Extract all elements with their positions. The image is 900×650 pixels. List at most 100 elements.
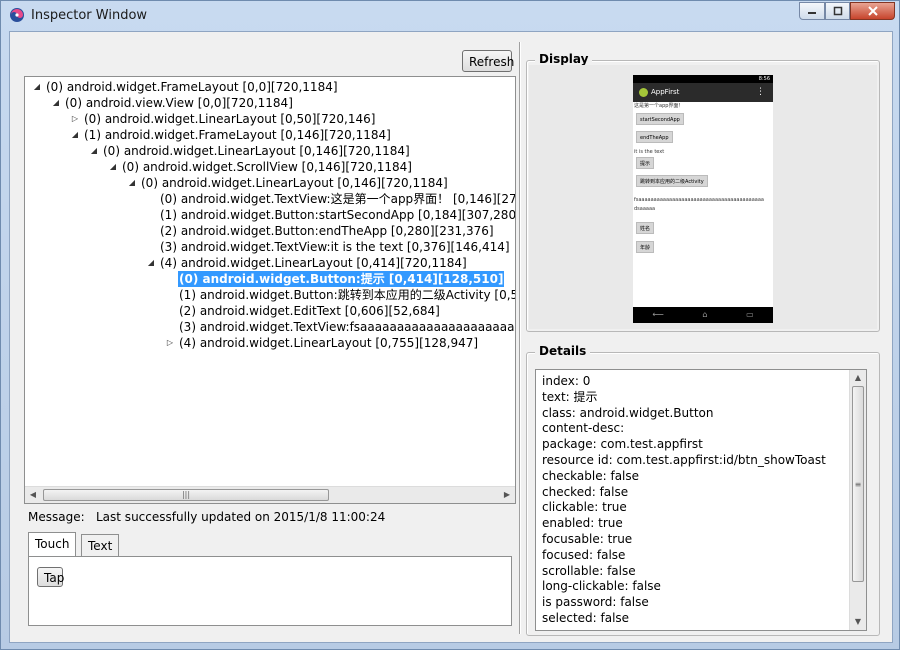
tree-node-label[interactable]: (0) android.widget.LinearLayout [0,146][… xyxy=(140,175,449,191)
display-canvas[interactable]: 8:56 AppFirst ⋮ 这是第一个app界面！ startSecondAp… xyxy=(529,65,877,329)
client-area: Refresh ◢ (0) android.widget.FrameLayout … xyxy=(9,31,893,643)
detail-line: content-desc: xyxy=(542,421,625,436)
phone-button: 提示 xyxy=(636,157,655,169)
phone-text: 这是第一个app界面！ xyxy=(634,103,684,109)
phone-button: startSecondApp xyxy=(636,113,684,125)
phone-text: fsaaaaaaaaaaaaaaaaaaaaaaaaaaaaaaaaaaaaaa… xyxy=(634,197,764,203)
tree-node-label[interactable]: (2) android.widget.EditText [0,606][52,6… xyxy=(178,303,441,319)
device-screenshot[interactable]: 8:56 AppFirst ⋮ 这是第一个app界面！ startSecondAp… xyxy=(633,75,773,323)
tree-row[interactable]: (3) android.widget.TextView:fsaaaaaaaaaa… xyxy=(25,319,515,335)
tree-node-label[interactable]: (0) android.widget.FrameLayout [0,0][720… xyxy=(45,79,339,95)
detail-line: text: 提示 xyxy=(542,389,598,404)
phone-nav-bar: ⟵ ⌂ ▭ xyxy=(633,307,773,323)
scroll-up-arrow-icon[interactable]: ▲ xyxy=(850,370,866,386)
tree-row[interactable]: ▷ (0) android.widget.LinearLayout [0,50][… xyxy=(25,111,515,127)
detail-line: index: 0 xyxy=(542,374,591,388)
scroll-right-arrow-icon[interactable]: ▶ xyxy=(499,487,515,503)
scroll-left-arrow-icon[interactable]: ◀ xyxy=(25,487,41,503)
title-bar[interactable]: Inspector Window xyxy=(1,1,900,31)
detail-line: checked: false xyxy=(542,484,629,499)
minimize-button[interactable] xyxy=(799,2,825,20)
tree-row[interactable]: ▷ (4) android.widget.LinearLayout [0,755]… xyxy=(25,335,515,351)
tree-node-label[interactable]: (0) android.widget.LinearLayout [0,50][7… xyxy=(83,111,376,127)
tree-row[interactable]: ◢ (0) android.view.View [0,0][720,1184] xyxy=(25,95,515,111)
display-group: Display 8:56 AppFirst ⋮ 这是第一个app界面！ start… xyxy=(526,52,880,332)
expanded-arrow-icon[interactable]: ◢ xyxy=(109,163,117,171)
expanded-arrow-icon[interactable]: ◢ xyxy=(52,99,60,107)
tab-text[interactable]: Text xyxy=(81,534,120,556)
tree-node-label[interactable]: (2) android.widget.Button:endTheApp [0,2… xyxy=(159,223,495,239)
tree-row[interactable]: ◢ (0) android.widget.LinearLayout [0,146]… xyxy=(25,143,515,159)
tree-node-label[interactable]: (0) android.widget.LinearLayout [0,146][… xyxy=(102,143,411,159)
details-title: Details xyxy=(535,344,591,358)
refresh-button[interactable]: Refresh xyxy=(462,50,514,72)
hierarchy-tree[interactable]: ◢ (0) android.widget.FrameLayout [0,0][72… xyxy=(24,76,516,504)
tree-node-label[interactable]: (0) android.view.View [0,0][720,1184] xyxy=(64,95,294,111)
tree-node-label[interactable]: (0) android.widget.ScrollView [0,146][72… xyxy=(121,159,413,175)
window-frame: Inspector Window Refresh ◢ (0) android.wi… xyxy=(0,0,900,650)
overflow-menu-icon: ⋮ xyxy=(756,87,765,97)
tree-row[interactable]: ◢ (0) android.widget.FrameLayout [0,0][72… xyxy=(25,79,515,95)
phone-status-bar: 8:56 xyxy=(633,75,773,83)
phone-button: endTheApp xyxy=(636,131,673,143)
tree-rows: ◢ (0) android.widget.FrameLayout [0,0][72… xyxy=(25,79,515,351)
expanded-arrow-icon[interactable]: ◢ xyxy=(147,259,155,267)
tree-row[interactable]: (3) android.widget.TextView:it is the te… xyxy=(25,239,515,255)
expanded-arrow-icon[interactable]: ◢ xyxy=(90,147,98,155)
tap-button[interactable]: Tap xyxy=(37,567,64,587)
tree-node-label-selected[interactable]: (0) android.widget.Button:提示 [0,414][128… xyxy=(178,271,505,287)
scroll-thumb[interactable]: ≡ xyxy=(852,386,864,582)
detail-line: package: com.test.appfirst xyxy=(542,437,703,452)
detail-line: enabled: true xyxy=(542,516,623,531)
tree-node-label[interactable]: (3) android.widget.TextView:fsaaaaaaaaaa… xyxy=(178,319,515,335)
maximize-button[interactable] xyxy=(825,2,850,20)
touch-tab-panel: Tap xyxy=(28,556,512,626)
tree-row[interactable]: (0) android.widget.Button:提示 [0,414][128… xyxy=(25,271,515,287)
tree-row[interactable]: (2) android.widget.Button:endTheApp [0,2… xyxy=(25,223,515,239)
phone-app-title: AppFirst xyxy=(651,88,680,96)
pane-splitter[interactable] xyxy=(519,42,521,634)
details-panel[interactable]: index: 0 text: 提示 class: android.widget.Bu… xyxy=(535,369,867,631)
tree-node-label[interactable]: (3) android.widget.TextView:it is the te… xyxy=(159,239,511,255)
android-logo-icon xyxy=(639,88,648,97)
tree-row[interactable]: ◢ (4) android.widget.LinearLayout [0,414]… xyxy=(25,255,515,271)
window-controls xyxy=(799,2,895,20)
detail-line: clickable: true xyxy=(542,500,627,515)
horizontal-scrollbar[interactable]: ◀ ||| ▶ xyxy=(25,486,515,503)
collapsed-arrow-icon[interactable]: ▷ xyxy=(71,115,79,123)
tab-touch[interactable]: Touch xyxy=(28,532,77,556)
detail-line: focusable: true xyxy=(542,531,633,546)
scroll-down-arrow-icon[interactable]: ▼ xyxy=(850,614,866,630)
expanded-arrow-icon[interactable]: ◢ xyxy=(71,131,79,139)
collapsed-arrow-icon[interactable]: ▷ xyxy=(166,339,174,347)
tree-row[interactable]: ◢ (0) android.widget.LinearLayout [0,146]… xyxy=(25,175,515,191)
tree-node-label[interactable]: (4) android.widget.LinearLayout [0,414][… xyxy=(159,255,468,271)
detail-line: checkable: false xyxy=(542,468,640,483)
tree-node-label[interactable]: (1) android.widget.Button:跳转到本应用的二级Activ… xyxy=(178,287,515,303)
expanded-arrow-icon[interactable]: ◢ xyxy=(128,179,136,187)
tree-row[interactable]: (1) android.widget.Button:跳转到本应用的二级Activ… xyxy=(25,287,515,303)
tree-row[interactable]: ◢ (0) android.widget.ScrollView [0,146][7… xyxy=(25,159,515,175)
close-icon xyxy=(867,6,878,16)
tree-row[interactable]: (2) android.widget.EditText [0,606][52,6… xyxy=(25,303,515,319)
tree-row[interactable]: (1) android.widget.Button:startSecondApp… xyxy=(25,207,515,223)
detail-line: selected: false xyxy=(542,610,630,625)
tree-node-label[interactable]: (4) android.widget.LinearLayout [0,755][… xyxy=(178,335,479,351)
display-title: Display xyxy=(535,52,593,66)
maximize-icon xyxy=(833,6,842,16)
back-icon: ⟵ xyxy=(652,310,664,319)
tree-row[interactable]: (0) android.widget.TextView:这是第一个app界面！ … xyxy=(25,191,515,207)
tree-node-label[interactable]: (1) android.widget.Button:startSecondApp… xyxy=(159,207,515,223)
expanded-arrow-icon[interactable]: ◢ xyxy=(33,83,41,91)
app-swirl-icon xyxy=(9,7,25,23)
phone-button: 姓名 xyxy=(636,222,655,234)
close-button[interactable] xyxy=(850,2,895,20)
minimize-icon xyxy=(808,12,816,14)
tree-row[interactable]: ◢ (1) android.widget.FrameLayout [0,146][… xyxy=(25,127,515,143)
tree-node-label[interactable]: (1) android.widget.FrameLayout [0,146][7… xyxy=(83,127,392,143)
phone-button: 跳转到本应用的二级Activity xyxy=(636,175,708,187)
vertical-scrollbar[interactable]: ▲ ≡ ▼ xyxy=(849,370,866,630)
scroll-thumb[interactable]: ||| xyxy=(43,489,329,501)
tree-node-label[interactable]: (0) android.widget.TextView:这是第一个app界面！ … xyxy=(159,191,515,207)
recents-icon: ▭ xyxy=(746,310,754,319)
